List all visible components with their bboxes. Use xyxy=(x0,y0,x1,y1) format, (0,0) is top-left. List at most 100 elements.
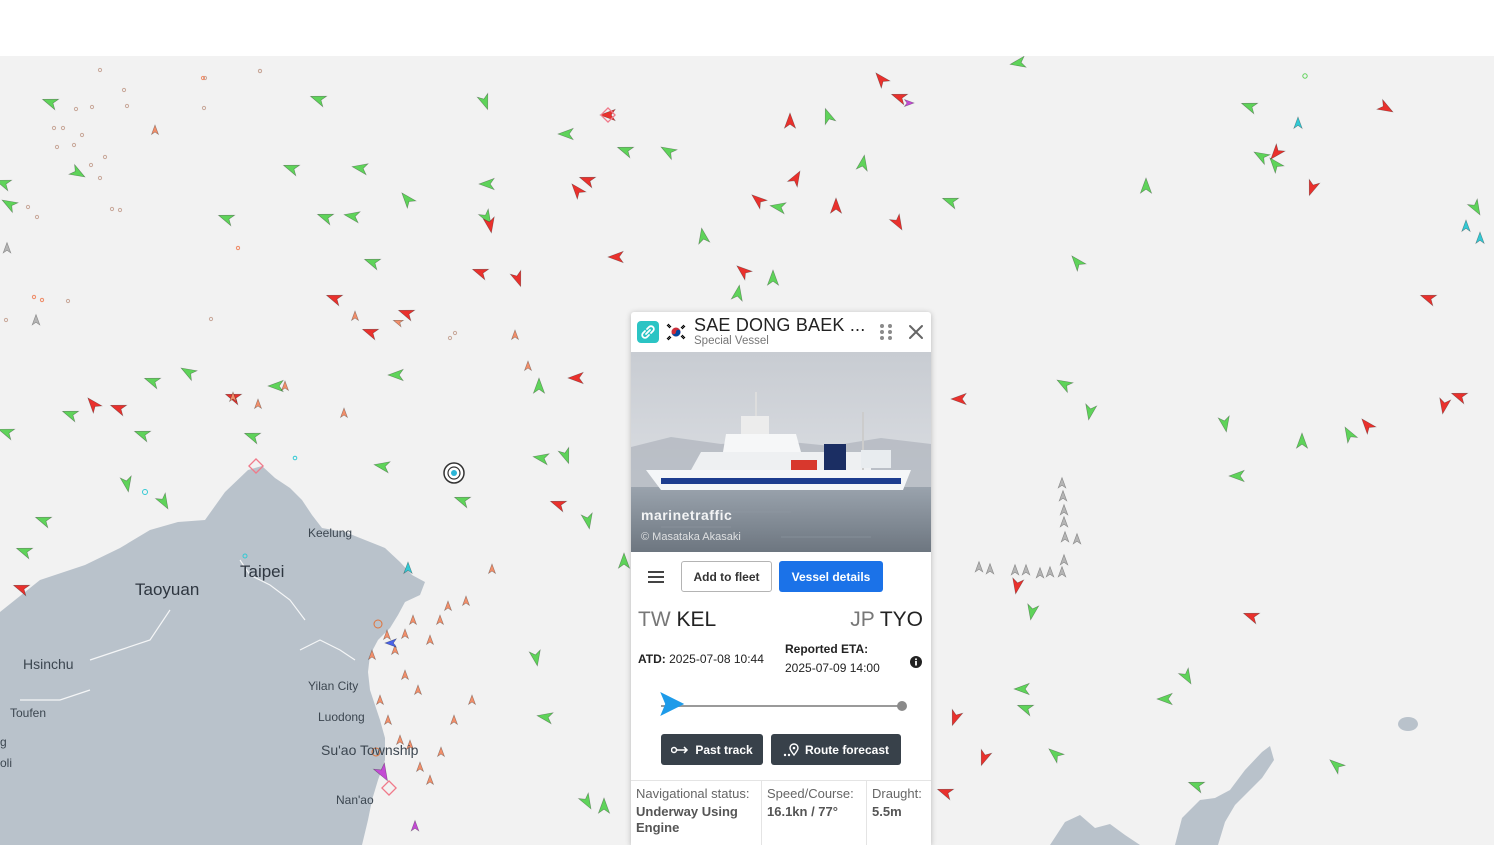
vessel-marker[interactable] xyxy=(607,250,625,264)
vessel-marker[interactable] xyxy=(872,69,891,90)
vessel-marker[interactable] xyxy=(1450,388,1469,405)
vessel-marker[interactable] xyxy=(373,459,391,474)
vessel-marker[interactable] xyxy=(461,595,471,607)
anchored-vessel-marker[interactable] xyxy=(447,335,453,341)
vessel-marker[interactable] xyxy=(1025,603,1040,621)
vessel-marker[interactable] xyxy=(133,426,152,443)
vessel-marker[interactable] xyxy=(1295,432,1309,450)
vessel-marker[interactable] xyxy=(1156,692,1174,706)
vessel-marker[interactable] xyxy=(1187,777,1206,794)
vessel-marker[interactable] xyxy=(1059,515,1069,528)
vessel-marker[interactable] xyxy=(976,748,993,767)
vessel-marker[interactable] xyxy=(1059,553,1069,566)
vessel-marker[interactable] xyxy=(557,446,574,465)
anchored-vessel-marker[interactable] xyxy=(201,105,207,111)
vessel-marker[interactable] xyxy=(510,329,520,341)
vessel-marker[interactable] xyxy=(398,189,417,210)
vessel-marker[interactable] xyxy=(1016,700,1035,717)
anchored-vessel-marker[interactable] xyxy=(1302,73,1308,79)
anchored-vessel-marker[interactable] xyxy=(31,294,37,300)
vessel-marker[interactable] xyxy=(478,177,496,191)
vessel-marker[interactable] xyxy=(578,172,597,189)
vessel-marker[interactable] xyxy=(61,406,80,423)
vessel-marker[interactable] xyxy=(0,424,16,441)
vessel-marker[interactable] xyxy=(253,398,263,410)
vessel-marker[interactable] xyxy=(282,160,301,177)
vessel-marker[interactable] xyxy=(557,127,575,141)
vessel-marker[interactable] xyxy=(1475,231,1485,245)
vessel-marker[interactable] xyxy=(1240,98,1259,115)
vessel-marker[interactable] xyxy=(217,210,236,227)
vessel-marker[interactable] xyxy=(903,98,915,108)
add-to-fleet-button[interactable]: Add to fleet xyxy=(681,561,772,592)
vessel-marker[interactable] xyxy=(1293,116,1303,130)
vessel-marker[interactable] xyxy=(178,363,199,382)
vessel-marker[interactable] xyxy=(392,317,405,328)
vessel-marker[interactable] xyxy=(528,649,543,667)
vessel-marker[interactable] xyxy=(1304,178,1321,197)
vessel-marker[interactable] xyxy=(1072,532,1082,545)
vessel-marker[interactable] xyxy=(947,708,964,727)
vessel-marker[interactable] xyxy=(1326,756,1347,775)
vessel-marker[interactable] xyxy=(280,380,290,392)
vessel-marker[interactable] xyxy=(41,94,60,111)
anchored-vessel-marker[interactable] xyxy=(292,455,298,461)
anchored-vessel-marker[interactable] xyxy=(54,144,60,150)
anchored-vessel-marker[interactable] xyxy=(102,154,108,160)
vessel-marker[interactable] xyxy=(1060,530,1070,543)
vessel-marker[interactable] xyxy=(154,491,173,512)
vessel-marker[interactable] xyxy=(974,560,984,573)
anchored-vessel-marker[interactable] xyxy=(51,125,57,131)
vessel-marker[interactable] xyxy=(769,200,787,215)
vessel-marker[interactable] xyxy=(1035,566,1045,579)
vessel-marker[interactable] xyxy=(941,193,960,210)
anchored-vessel-marker[interactable] xyxy=(124,103,130,109)
vessel-marker[interactable] xyxy=(549,496,568,513)
vessel-marker[interactable] xyxy=(119,475,134,493)
vessel-marker[interactable] xyxy=(597,797,611,815)
vessel-marker[interactable] xyxy=(616,142,635,159)
vessel-marker[interactable] xyxy=(766,269,780,287)
vessel-marker[interactable] xyxy=(316,209,335,226)
anchored-vessel-marker[interactable] xyxy=(97,175,103,181)
vessel-marker[interactable] xyxy=(536,710,554,725)
link-icon[interactable] xyxy=(637,321,659,343)
anchored-vessel-marker[interactable] xyxy=(235,245,241,251)
vessel-marker[interactable] xyxy=(577,791,596,812)
vessel-marker[interactable] xyxy=(855,154,870,172)
vessel-marker[interactable] xyxy=(1375,98,1396,117)
vessel-marker[interactable] xyxy=(339,407,349,419)
anchored-vessel-marker[interactable] xyxy=(25,204,31,210)
anchored-vessel-marker[interactable] xyxy=(121,87,127,93)
anchored-vessel-marker[interactable] xyxy=(257,68,263,74)
vessel-marker[interactable] xyxy=(435,614,445,626)
vessel-marker[interactable] xyxy=(384,638,398,648)
vessel-marker[interactable] xyxy=(350,310,360,322)
anchored-vessel-marker[interactable] xyxy=(34,214,40,220)
vessel-marker[interactable] xyxy=(436,746,446,758)
vessel-marker[interactable] xyxy=(425,634,435,646)
vessel-marker[interactable] xyxy=(786,168,805,189)
vessel-marker[interactable] xyxy=(888,212,907,233)
vessel-marker[interactable] xyxy=(453,492,472,509)
vessel-marker[interactable] xyxy=(1242,608,1261,625)
vessel-marker[interactable] xyxy=(1228,469,1246,483)
vessel-marker[interactable] xyxy=(1083,403,1098,421)
vessel-marker[interactable] xyxy=(443,600,453,612)
vessel-marker[interactable] xyxy=(31,313,41,326)
vessel-marker[interactable] xyxy=(1058,489,1068,502)
vessel-marker[interactable] xyxy=(950,392,968,406)
vessel-photo[interactable]: marinetraffic © Masataka Akasaki xyxy=(631,352,931,552)
vessel-marker[interactable] xyxy=(730,284,745,302)
menu-icon[interactable] xyxy=(646,569,666,585)
vessel-marker[interactable] xyxy=(1267,142,1286,163)
anchored-vessel-marker[interactable] xyxy=(71,142,77,148)
anchored-vessel-marker[interactable] xyxy=(79,132,85,138)
vessel-marker[interactable] xyxy=(890,89,909,106)
selected-vessel-marker[interactable] xyxy=(443,462,465,484)
anchored-vessel-marker[interactable] xyxy=(88,162,94,168)
vessel-marker[interactable] xyxy=(34,512,53,529)
vessel-marker[interactable] xyxy=(361,324,380,341)
vessel-marker[interactable] xyxy=(1139,177,1153,195)
vessel-marker[interactable] xyxy=(67,163,88,182)
